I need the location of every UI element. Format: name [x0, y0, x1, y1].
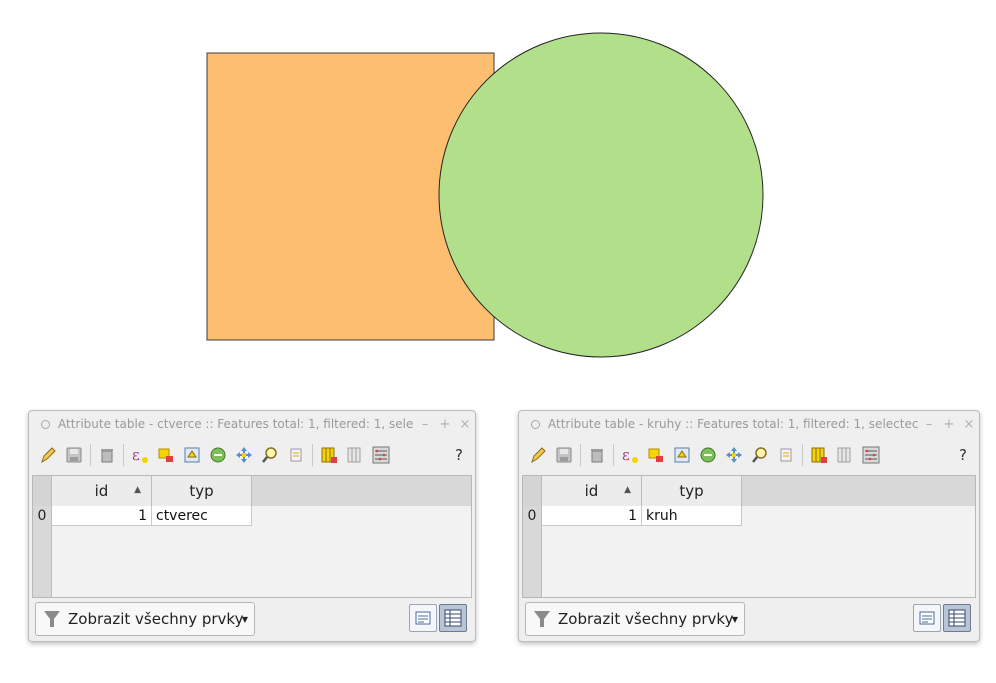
column-header-label: id — [94, 482, 109, 500]
deselect-icon[interactable] — [695, 443, 721, 467]
window-title: Attribute table - kruhy :: Features tota… — [548, 417, 919, 431]
toolbar-separator — [580, 444, 581, 466]
attribute-toolbar: ε ? — [525, 441, 973, 469]
pencil-icon[interactable] — [525, 443, 551, 467]
table-cell-id[interactable]: 1 — [52, 506, 152, 526]
svg-text:ε: ε — [622, 446, 630, 464]
filter-label: Zobrazit všechny prvky — [558, 610, 734, 628]
table-view-button[interactable] — [943, 604, 971, 632]
attribute-table-window-ctverce: Attribute table - ctverce :: Features to… — [28, 410, 476, 642]
table-view-icon — [948, 609, 966, 627]
column-header-typ[interactable]: typ — [642, 476, 742, 506]
column-header-label: typ — [679, 482, 704, 500]
new-column-icon[interactable] — [806, 443, 832, 467]
pan-to-selection-icon[interactable] — [231, 443, 257, 467]
expression-select-icon[interactable]: ε — [127, 443, 153, 467]
delete-icon[interactable] — [584, 443, 610, 467]
minimize-icon[interactable]: – — [919, 417, 939, 432]
pan-to-selection-icon[interactable] — [721, 443, 747, 467]
invert-selection-icon[interactable] — [179, 443, 205, 467]
table-view-button[interactable] — [439, 604, 467, 632]
toolbar-separator — [613, 444, 614, 466]
column-header-typ[interactable]: typ — [152, 476, 252, 506]
delete-icon[interactable] — [94, 443, 120, 467]
form-view-icon — [919, 611, 935, 625]
window-titlebar[interactable]: Attribute table - ctverce :: Features to… — [29, 411, 475, 437]
map-canvas[interactable] — [0, 0, 996, 380]
form-view-icon — [415, 611, 431, 625]
form-view-button[interactable] — [409, 604, 437, 632]
table-view-icon — [444, 609, 462, 627]
filter-label: Zobrazit všechny prvky — [68, 610, 244, 628]
delete-column-icon[interactable] — [832, 443, 858, 467]
table-cell-typ[interactable]: kruh — [642, 506, 742, 526]
attribute-table-window-kruhy: Attribute table - kruhy :: Features tota… — [518, 410, 980, 642]
window-menu-icon[interactable] — [41, 419, 50, 429]
window-menu-icon[interactable] — [531, 419, 540, 429]
new-column-icon[interactable] — [316, 443, 342, 467]
zoom-to-selection-icon[interactable] — [257, 443, 283, 467]
close-icon[interactable]: × — [959, 417, 979, 432]
window-title: Attribute table - ctverce :: Features to… — [58, 417, 414, 431]
row-number[interactable]: 0 — [523, 506, 541, 526]
svg-text:ε: ε — [132, 446, 140, 464]
column-header-label: typ — [189, 482, 214, 500]
attribute-table-footer: Zobrazit všechny prvky ▼ — [525, 602, 973, 636]
help-button[interactable]: ? — [449, 446, 469, 464]
select-all-icon[interactable] — [153, 443, 179, 467]
close-icon[interactable]: × — [455, 417, 475, 432]
help-button[interactable]: ? — [953, 446, 973, 464]
feature-filter-dropdown[interactable]: Zobrazit všechny prvky ▼ — [525, 602, 745, 636]
pin-icon[interactable]: + — [939, 417, 959, 432]
attribute-table[interactable]: id ▲ typ 0 1 kruh — [522, 475, 976, 598]
save-icon[interactable] — [551, 443, 577, 467]
toolbar-separator — [802, 444, 803, 466]
column-header-id[interactable]: id ▲ — [52, 476, 152, 506]
pencil-icon[interactable] — [35, 443, 61, 467]
copy-icon[interactable] — [773, 443, 799, 467]
attribute-table-footer: Zobrazit všechny prvky ▼ — [35, 602, 469, 636]
circle-feature[interactable] — [438, 32, 764, 358]
chevron-down-icon: ▼ — [731, 615, 738, 624]
row-number[interactable]: 0 — [33, 506, 51, 526]
attribute-table[interactable]: id ▲ typ 0 1 ctverec — [32, 475, 472, 598]
table-corner-button[interactable] — [523, 476, 542, 506]
toolbar-separator — [90, 444, 91, 466]
toolbar-separator — [123, 444, 124, 466]
attribute-toolbar: ε ? — [35, 441, 469, 469]
sort-ascending-icon: ▲ — [134, 485, 141, 495]
minimize-icon[interactable]: – — [415, 417, 435, 432]
feature-filter-dropdown[interactable]: Zobrazit všechny prvky ▼ — [35, 602, 255, 636]
window-titlebar[interactable]: Attribute table - kruhy :: Features tota… — [519, 411, 979, 437]
select-all-icon[interactable] — [643, 443, 669, 467]
column-header-label: id — [584, 482, 599, 500]
delete-column-icon[interactable] — [342, 443, 368, 467]
filter-icon — [44, 611, 60, 627]
pin-icon[interactable]: + — [435, 417, 455, 432]
column-header-id[interactable]: id ▲ — [542, 476, 642, 506]
table-cell-id[interactable]: 1 — [542, 506, 642, 526]
deselect-icon[interactable] — [205, 443, 231, 467]
toolbar-separator — [312, 444, 313, 466]
invert-selection-icon[interactable] — [669, 443, 695, 467]
copy-icon[interactable] — [283, 443, 309, 467]
form-view-button[interactable] — [913, 604, 941, 632]
field-calculator-icon[interactable] — [858, 443, 884, 467]
zoom-to-selection-icon[interactable] — [747, 443, 773, 467]
field-calculator-icon[interactable] — [368, 443, 394, 467]
table-corner-button[interactable] — [33, 476, 52, 506]
sort-ascending-icon: ▲ — [624, 485, 631, 495]
chevron-down-icon: ▼ — [241, 615, 248, 624]
table-cell-typ[interactable]: ctverec — [152, 506, 252, 526]
filter-icon — [534, 611, 550, 627]
save-icon[interactable] — [61, 443, 87, 467]
expression-select-icon[interactable]: ε — [617, 443, 643, 467]
